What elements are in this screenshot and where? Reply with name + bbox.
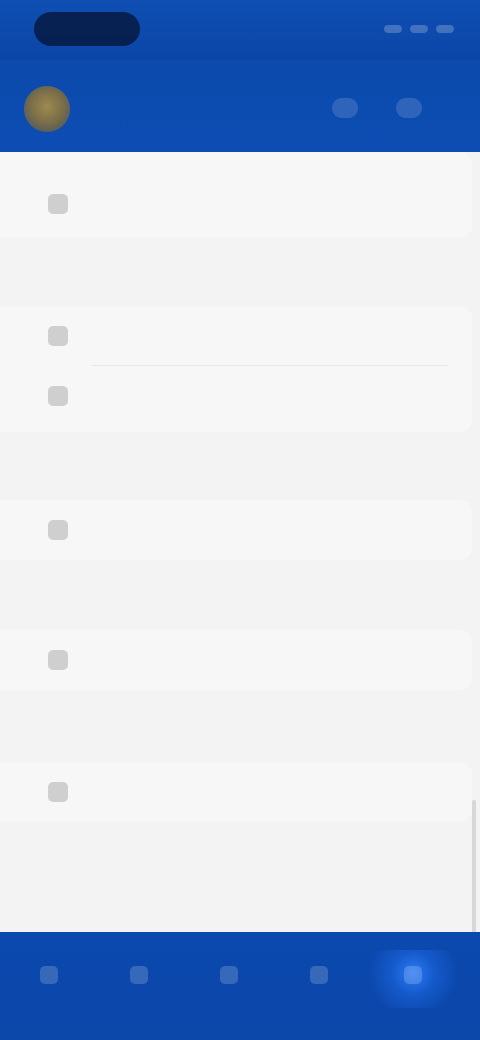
wifi-icon [410,25,428,33]
status-bar [0,0,480,60]
help-row[interactable] [0,762,472,822]
section-card [0,306,472,432]
folder-icon [48,386,68,406]
section-card [0,152,472,238]
section-card [0,500,472,560]
settings-icon[interactable] [332,98,358,118]
folders-row[interactable] [0,366,472,426]
calendar-icon [220,966,238,984]
settings-row[interactable] [0,174,472,234]
avatar[interactable] [24,86,70,132]
settings-icon [48,194,68,214]
settings-content [0,152,480,1010]
signal-icon [384,25,402,33]
security-row[interactable] [0,500,472,560]
logout-button[interactable] [0,874,480,904]
home-icon [40,966,58,984]
notification-icon[interactable] [396,98,422,118]
nav-item-profile[interactable] [364,950,462,1008]
help-icon [48,782,68,802]
status-indicators [354,20,454,38]
nav-item-calendar[interactable] [194,950,264,1008]
profile-name [84,88,204,106]
person-icon [404,966,422,984]
list-icon [130,966,148,984]
lock-icon [48,520,68,540]
battery-icon [436,25,454,33]
documents-row[interactable] [0,306,472,366]
message-icon [310,966,328,984]
section-card [0,630,472,690]
profile-header [0,60,480,160]
document-icon [48,326,68,346]
profile-subtitle [84,116,194,130]
section-card [0,762,472,822]
info-row[interactable] [0,630,472,690]
nav-item-messages[interactable] [284,950,354,1008]
nav-item-list[interactable] [104,950,174,1008]
bottom-navigation [0,932,480,1040]
time-pill [34,12,140,46]
nav-item-home[interactable] [14,950,84,1008]
info-icon [48,650,68,670]
